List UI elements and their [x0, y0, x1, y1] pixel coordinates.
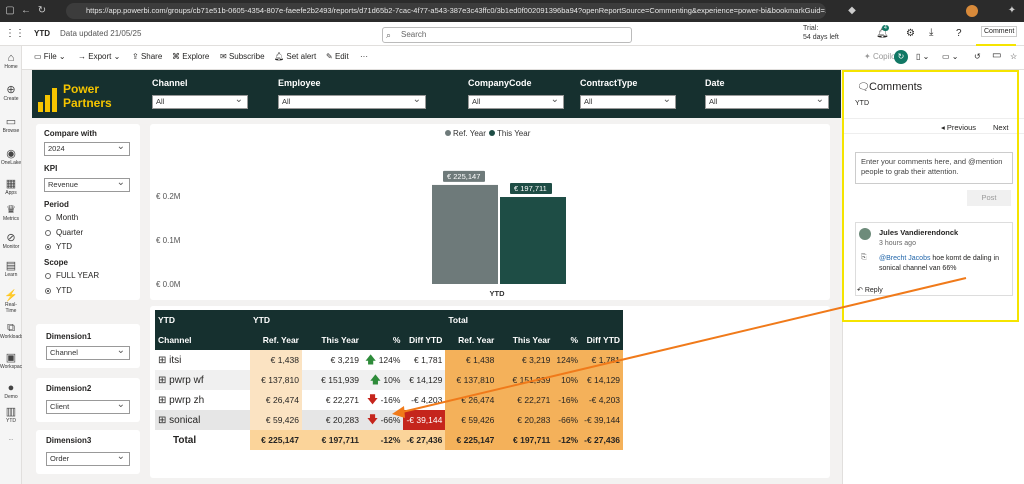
annotation-arrow — [392, 277, 967, 418]
